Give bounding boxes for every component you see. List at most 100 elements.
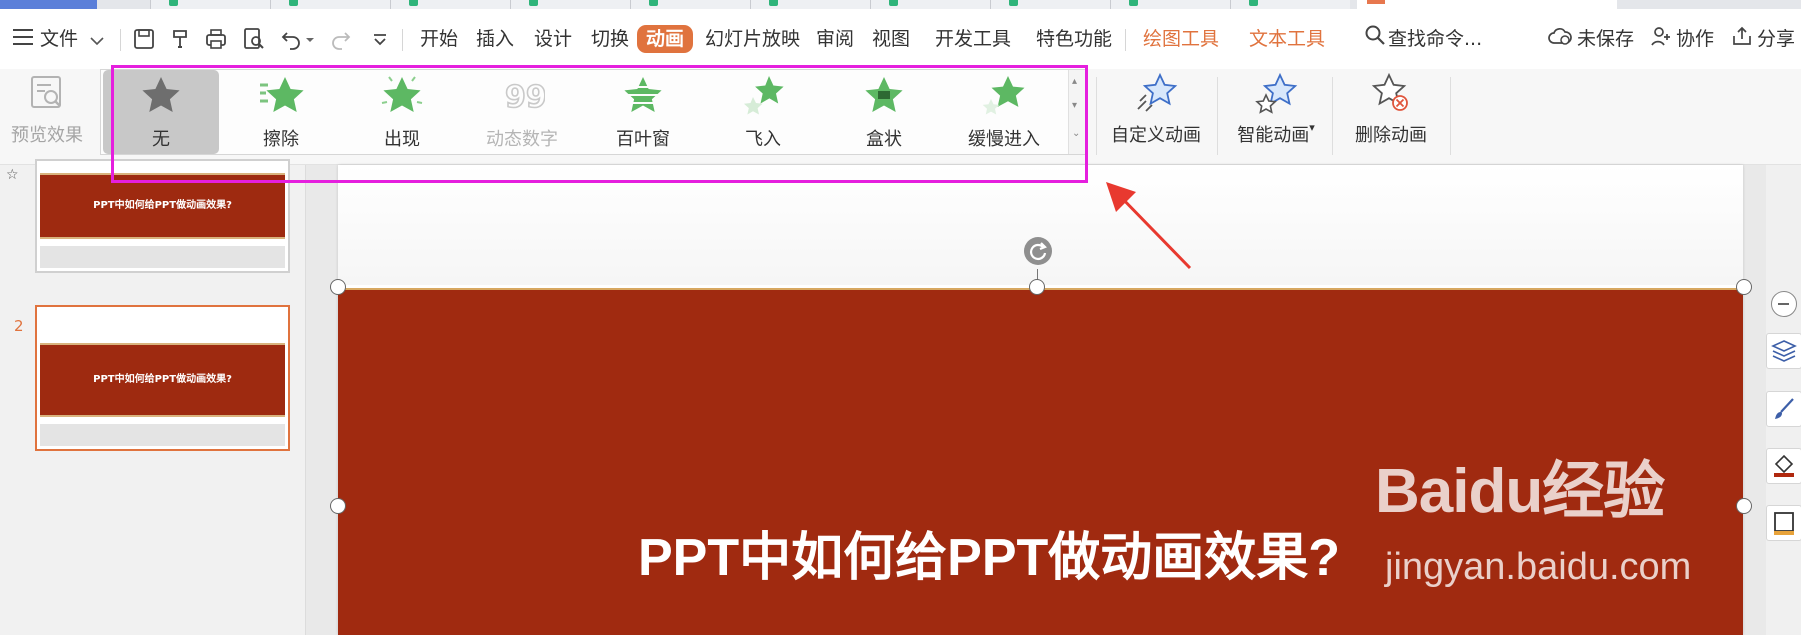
format-painter-icon[interactable] — [166, 25, 194, 53]
fill-icon[interactable] — [1766, 448, 1801, 484]
document-tab[interactable] — [510, 0, 630, 9]
slide[interactable]: PPT中如何给PPT做动画效果? — [338, 165, 1743, 635]
slide-number: 2 — [14, 317, 24, 335]
document-tab[interactable] — [630, 0, 750, 9]
home-tab-accent[interactable] — [0, 0, 97, 9]
command-search[interactable]: 查找命令... — [1364, 22, 1482, 56]
slide-thumbnail-title: PPT中如何给PPT做动画效果? — [40, 343, 285, 417]
blinds-star-icon — [620, 73, 666, 119]
effect-wipe[interactable]: 擦除 — [223, 70, 339, 154]
document-tab[interactable] — [990, 0, 1110, 9]
collaborate-button[interactable]: 协作 — [1650, 22, 1714, 56]
effect-dynamic-number-label: 动态数字 — [486, 129, 558, 150]
print-icon[interactable] — [202, 25, 230, 53]
effect-none[interactable]: 无 — [103, 70, 219, 154]
presentation-app-window: 文件 开始 插入 设计 切换 动画 幻灯片放映 审阅 视图 开发工具 特色功能 … — [0, 0, 1801, 635]
brush-icon[interactable] — [1766, 391, 1801, 427]
preview-effect-button[interactable]: 预览效果 — [4, 69, 90, 165]
effect-fly-in-label: 飞入 — [745, 129, 781, 150]
unsaved-label: 未保存 — [1577, 28, 1635, 50]
unsaved-status[interactable]: 未保存 — [1547, 22, 1634, 56]
tab-developer-tools[interactable]: 开发工具 — [935, 22, 1011, 56]
smart-animation-button[interactable]: 智能动画▾ — [1226, 69, 1326, 165]
gallery-scroll-down-icon[interactable]: ▾ — [1072, 100, 1077, 111]
add-user-icon — [1650, 23, 1672, 57]
tab-animations[interactable]: 动画 — [637, 25, 694, 53]
outline-icon[interactable] — [1766, 505, 1801, 541]
effect-fly-in[interactable]: 飞入 — [705, 70, 821, 154]
search-icon — [1364, 23, 1386, 57]
layers-icon[interactable] — [1766, 333, 1801, 369]
star-gray-icon — [138, 73, 184, 119]
undo-icon[interactable] — [278, 25, 306, 53]
delete-animation-button[interactable]: 删除动画 — [1341, 69, 1441, 165]
tab-special-features[interactable]: 特色功能 — [1036, 22, 1112, 56]
fly-in-star-icon — [740, 73, 786, 119]
tab-home[interactable]: 开始 — [420, 22, 458, 56]
smart-animation-star-icon — [1254, 71, 1298, 115]
document-tab-strip — [0, 0, 1801, 9]
tab-slideshow[interactable]: 幻灯片放映 — [705, 22, 800, 56]
slide-header-area — [338, 165, 1743, 285]
gallery-scrollbar[interactable]: ▴ ▾ ⌄ — [1068, 70, 1086, 154]
tab-text-tools[interactable]: 文本工具 — [1249, 22, 1325, 56]
hamburger-icon — [12, 23, 34, 57]
resize-handle-top[interactable] — [1029, 279, 1045, 295]
effect-box[interactable]: 盒状 — [826, 70, 942, 154]
document-tab[interactable] — [1230, 0, 1350, 9]
share-label: 分享 — [1757, 28, 1796, 50]
cloud-sync-icon — [1547, 23, 1573, 57]
document-tab[interactable] — [750, 0, 870, 9]
file-menu-button[interactable]: 文件 — [12, 22, 104, 56]
menu-bar: 文件 开始 插入 设计 切换 动画 幻灯片放映 审阅 视图 开发工具 特色功能 … — [0, 9, 1801, 69]
chevron-down-icon — [90, 23, 104, 57]
tab-insert[interactable]: 插入 — [476, 22, 514, 56]
box-star-icon — [861, 73, 907, 119]
document-tab[interactable] — [390, 0, 510, 9]
divider — [1217, 77, 1218, 155]
tab-view[interactable]: 视图 — [872, 22, 910, 56]
collapse-icon[interactable] — [1771, 291, 1797, 317]
wipe-star-icon — [258, 73, 304, 119]
tab-design[interactable]: 设计 — [534, 22, 572, 56]
divider — [1450, 77, 1451, 155]
svg-text:99: 99 — [505, 80, 545, 115]
undo-dropdown-icon[interactable] — [303, 25, 317, 53]
print-preview-icon[interactable] — [240, 25, 268, 53]
slide-title[interactable]: PPT中如何给PPT做动画效果? — [638, 515, 1340, 590]
customize-toolbar-icon[interactable] — [366, 25, 394, 53]
custom-animation-button[interactable]: 自定义动画 — [1106, 69, 1206, 165]
effect-slow-entry-label: 缓慢进入 — [968, 129, 1040, 150]
rotate-icon[interactable] — [1024, 237, 1052, 265]
resize-handle-top-left[interactable] — [330, 279, 346, 295]
slide-thumbnail-1[interactable]: PPT中如何给PPT做动画效果? — [35, 159, 290, 273]
file-menu-label: 文件 — [40, 28, 79, 50]
tab-review[interactable]: 审阅 — [816, 22, 854, 56]
resize-handle-top-right[interactable] — [1736, 279, 1752, 295]
share-button[interactable]: 分享 — [1731, 22, 1795, 56]
gallery-scroll-up-icon[interactable]: ▴ — [1072, 76, 1077, 87]
tab-drawing-tools[interactable]: 绘图工具 — [1143, 22, 1219, 56]
custom-animation-star-icon — [1134, 71, 1178, 115]
slow-entry-star-icon — [981, 73, 1027, 119]
document-tab[interactable] — [870, 0, 990, 9]
tab-transitions[interactable]: 切换 — [591, 22, 629, 56]
document-tab[interactable] — [150, 0, 270, 9]
slide-thumbnail-2[interactable]: PPT中如何给PPT做动画效果? — [35, 305, 290, 451]
gallery-expand-icon[interactable]: ⌄ — [1072, 128, 1080, 139]
resize-handle-right[interactable] — [1736, 498, 1752, 514]
right-toolbar — [1766, 165, 1801, 635]
effect-appear[interactable]: 出现 — [344, 70, 460, 154]
document-tab[interactable] — [270, 0, 390, 9]
appear-star-icon — [379, 73, 425, 119]
redo-icon[interactable] — [326, 25, 354, 53]
active-document-tab[interactable] — [1357, 0, 1617, 9]
effect-blinds[interactable]: 百叶窗 — [585, 70, 701, 154]
document-tab[interactable] — [1110, 0, 1230, 9]
resize-handle-left[interactable] — [330, 498, 346, 514]
save-icon[interactable] — [130, 25, 158, 53]
smart-animation-label: 智能动画▾ — [1237, 121, 1315, 146]
divider — [120, 29, 121, 51]
slides-panel: ☆ PPT中如何给PPT做动画效果? 2 PPT中如何给PPT做动画效果? — [0, 159, 306, 635]
effect-slow-entry[interactable]: 缓慢进入 — [946, 70, 1062, 154]
